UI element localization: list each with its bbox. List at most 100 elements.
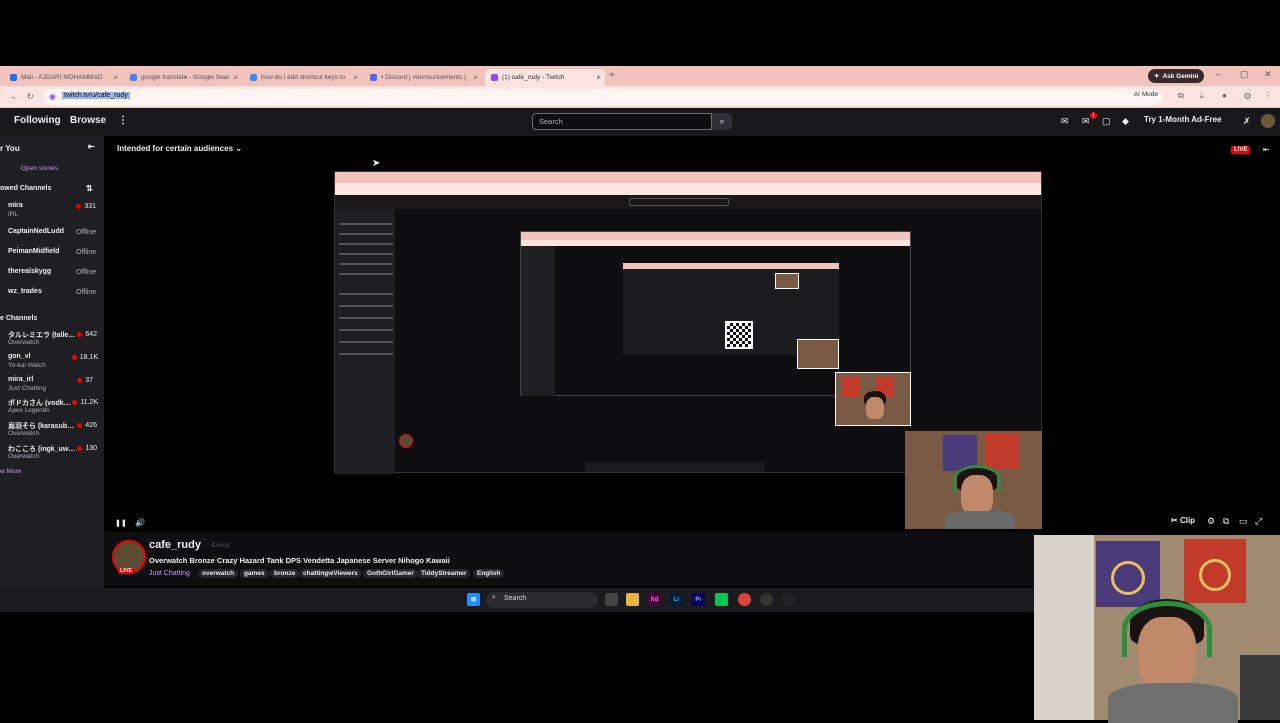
sidebar: r You ⇤ Open stories owed Channels ⇅ mir… [0,136,104,606]
live-dot [77,377,83,383]
chrome-icon[interactable] [738,593,751,606]
profile-avatar-icon[interactable]: ◍ [1244,91,1251,100]
live-dot [77,331,83,337]
close-tab-icon[interactable]: × [233,73,238,82]
audience-warning[interactable]: Intended for certain audiences ⌄ [117,144,242,153]
close-window-icon[interactable]: ✕ [1264,69,1272,80]
open-stories-link[interactable]: Open stories [21,165,58,172]
search-icon: ⌕ [492,594,496,601]
browser-tab-translate[interactable]: google translate - Google Sear × [124,69,242,86]
inbox-icon[interactable]: ✉ [1061,116,1069,127]
live-badge: LIVE [1231,146,1251,154]
viewer-count: 331 [84,203,96,210]
omnibox[interactable]: ◉ twitch.tv/u/cafe_rudy AI Mode [44,89,1162,105]
back-icon[interactable]: ← [10,92,18,101]
ask-gemini-button[interactable]: ✦ Ask Gemini [1148,69,1205,83]
download-icon[interactable]: ⤓ [1200,91,1204,101]
bits-icon[interactable]: ◆ [1122,116,1129,127]
channel-info-bar: LIVE cafe_rudy ◌ Knock Overwatch Bronze … [104,532,1034,586]
volume-icon[interactable]: 🔊 [135,518,145,527]
browser-address-bar: ← ↻ ◉ twitch.tv/u/cafe_rudy AI Mode ⧉ ⤓ … [0,86,1280,108]
site-info-icon[interactable]: ◉ [49,92,56,101]
browser-tab-discord[interactable]: • Discord | #announcements | × [364,69,482,86]
live-dot [76,203,82,209]
obs-icon[interactable] [760,593,773,606]
browser-tab-shortcut[interactable]: how do i add shortcut keys to × [244,69,362,86]
discord-icon [370,74,377,81]
reload-icon[interactable]: ↻ [27,92,34,101]
offline-status: Offline [76,229,97,236]
new-tab-button[interactable]: + [609,70,615,81]
channel-name: gon_vl [8,353,31,360]
close-tab-icon[interactable]: × [596,73,601,82]
search-input[interactable]: Search [532,113,712,130]
lightroom-icon[interactable]: Lr [670,593,683,606]
whispers-icon[interactable]: ▢ [1102,116,1111,127]
settings-icon[interactable]: ⚙ [1207,516,1215,527]
browser-tab-mail[interactable]: Mail - AJDARI MOHAMMAD × [4,69,122,86]
close-tab-icon[interactable]: × [353,73,358,82]
sort-icon[interactable]: ⇅ [86,184,93,193]
channel-name: mira_irl [8,376,34,383]
taskbar-search[interactable]: ⌕ Search [486,592,598,608]
popout-icon[interactable]: ⧉ [1223,516,1229,527]
close-tab-icon[interactable]: × [473,73,478,82]
viewer-count: 37 [85,377,93,384]
windows-start-icon[interactable]: ⊞ [467,593,480,606]
channel-name[interactable]: cafe_rudy [149,539,201,551]
live-dot [71,354,77,360]
chevron-down-icon: ⌄ [235,144,242,153]
expand-chat-icon[interactable]: ⇤ [1263,145,1270,154]
task-view-icon[interactable] [605,593,618,606]
nav-more-icon[interactable]: ⋮ [118,115,128,126]
taskbar-search-label: Search [504,595,527,602]
tag-pill[interactable]: bronze [270,569,300,578]
clip-label: Clip [1179,516,1196,525]
premiere-icon[interactable]: Pr [692,593,705,606]
nested-stream-level-2 [520,231,911,426]
nested-webcam-small [775,273,799,289]
minimize-icon[interactable]: – [1216,69,1221,79]
nav-following[interactable]: Following [14,115,61,126]
maximize-icon[interactable]: ▢ [1240,69,1249,80]
nested-browser-tabs [335,172,1041,183]
offline-status: Offline [76,269,97,276]
terminal-icon[interactable] [782,593,795,606]
channel-category: Yo-kai Watch [8,362,46,369]
user-avatar[interactable] [1261,114,1275,128]
notifications-icon[interactable]: ✉ [1082,116,1090,127]
channel-name: mira [8,202,23,209]
tag-pill[interactable]: chattingwViewers [299,569,362,578]
tag-pill[interactable]: games [240,569,269,578]
fullscreen-icon[interactable]: ⤢ [1255,516,1262,527]
offline-status: Offline [76,289,97,296]
tag-pill[interactable]: GothGirlGamer [363,569,418,578]
stream-category-link[interactable]: Just Chatting [149,570,190,577]
url-field[interactable]: twitch.tv/u/cafe_rudy [62,92,130,99]
ad-free-button[interactable]: Try 1-Month Ad-Free [1144,115,1221,124]
pause-icon[interactable]: ❚❚ [115,520,127,527]
theatre-mode-icon[interactable]: ▭ [1239,516,1248,527]
browser-tab-twitch[interactable]: (1) cafe_rudy - Twitch × [485,69,605,86]
tag-pill[interactable]: overwatch [198,569,239,578]
nav-browse[interactable]: Browse [70,115,106,126]
chrome-menu-icon[interactable]: ⋮ [1264,91,1272,100]
mouse-cursor-icon: ➤ [372,158,381,169]
extensions-icon[interactable]: ⧉ [1178,91,1184,101]
line-icon[interactable] [715,593,728,606]
ai-mode-button[interactable]: AI Mode [1134,91,1158,98]
collapse-sidebar-icon[interactable]: ⇤ [88,142,95,151]
knock-button[interactable]: ◌ Knock [206,542,230,549]
file-explorer-icon[interactable] [626,593,639,606]
profile-icon[interactable]: ● [1222,91,1227,100]
prime-icon[interactable]: ✗ [1243,116,1251,127]
close-tab-icon[interactable]: × [113,73,118,82]
search-button[interactable]: ⌕ [712,113,732,130]
adobe-xd-icon[interactable]: Xd [648,593,661,606]
tag-pill[interactable]: TiddyStreamer [417,569,471,578]
tab-title: Mail - AJDARI MOHAMMAD [21,74,103,81]
tag-pill[interactable]: English [473,569,505,578]
show-more-link[interactable]: w More [0,468,21,475]
clip-button[interactable]: ✂ Clip [1171,516,1195,525]
channel-name: therealskygg [8,268,52,275]
